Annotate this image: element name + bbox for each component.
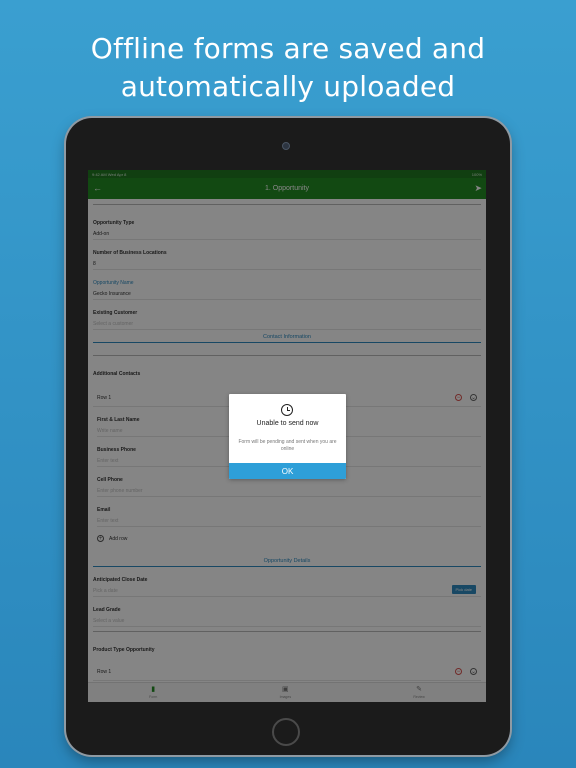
home-button [272,718,300,746]
ok-button[interactable]: OK [229,463,346,479]
headline-line-2: automatically uploaded [120,70,456,103]
clock-icon [281,404,293,416]
tablet-device-frame: 9:42 AM Wed Apr 8 100% ← 1. Opportunity … [66,118,510,755]
dialog-title: Unable to send now [256,420,319,427]
unable-to-send-dialog: Unable to send now Form will be pending … [229,394,346,479]
app-screen: 9:42 AM Wed Apr 8 100% ← 1. Opportunity … [88,170,486,702]
headline-line-1: Offline forms are saved and [90,32,486,65]
front-camera [282,142,290,150]
marketing-headline: Offline forms are saved and automaticall… [0,30,576,106]
dialog-message: Form will be pending and sent when you a… [238,439,337,452]
